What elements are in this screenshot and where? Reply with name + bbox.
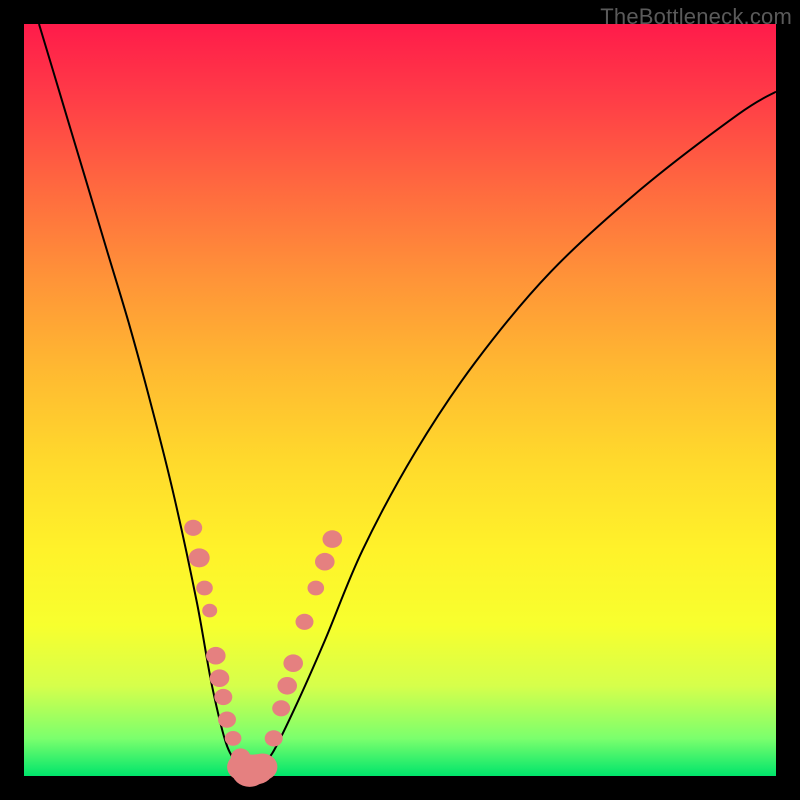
marker-point: [210, 669, 230, 687]
marker-point: [196, 581, 213, 596]
marker-point: [265, 730, 283, 746]
marker-point: [296, 614, 314, 630]
plot-area: [24, 24, 776, 776]
marker-point: [283, 654, 303, 672]
marker-point: [225, 731, 242, 746]
curve-svg: [24, 24, 776, 776]
marker-point: [218, 712, 236, 728]
marker-point: [206, 647, 226, 665]
watermark-text: TheBottleneck.com: [600, 4, 792, 30]
marker-point: [184, 520, 202, 536]
bottleneck-curve: [39, 24, 776, 772]
marker-point: [189, 548, 210, 567]
marker-point: [214, 689, 232, 705]
marker-point: [315, 553, 335, 571]
marker-point: [308, 581, 325, 596]
marker-point: [272, 700, 290, 716]
chart-frame: TheBottleneck.com: [0, 0, 800, 800]
marker-point: [323, 530, 343, 548]
marker-point: [247, 754, 277, 781]
marker-point: [202, 604, 217, 618]
marker-point: [277, 677, 297, 695]
